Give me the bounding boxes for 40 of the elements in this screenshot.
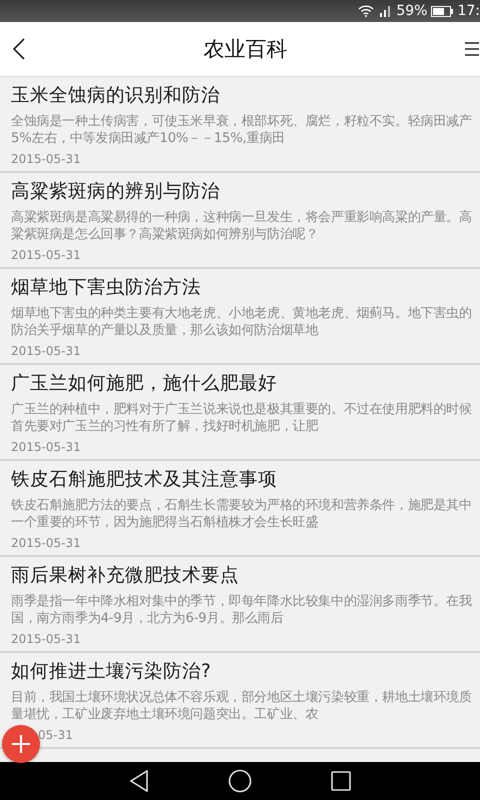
article-title: 如何推进土壤污染防治? [11, 660, 212, 684]
article-date: 2015-05-31 [11, 247, 82, 263]
article-item[interactable]: 烟草地下害虫防治方法 烟草地下害虫的种类主要有大地老虎、小地老虎、黄地老虎、烟蓟马。地下害虫的防治关乎烟草的产量以及质量，那么该如何防治烟草地 2015-05-31 [0, 269, 480, 365]
page-title: 农业百科 [204, 36, 288, 63]
article-date: 2015-05-31 [11, 151, 82, 167]
article-date: 2015-05-31 [11, 631, 82, 647]
battery-icon [431, 6, 454, 16]
article-summary: 目前，我国土壤环境状况总体不容乐观，部分地区土壤污染较重，耕地土壤环境质量堪忧，工矿业废弃地土壤环境问题突出。工矿业、农 [11, 689, 473, 723]
home-icon[interactable] [228, 769, 252, 793]
plus-icon [11, 734, 31, 754]
battery-percent: 59% [396, 3, 428, 19]
article-date: 05-31 [37, 727, 74, 743]
article-summary: 铁皮石斛施肥方法的要点，石斛生长需要较为严格的环境和营养条件，施肥是其中一个重要的环节，因为施肥得当石斛植株才会生长旺盛 [11, 497, 473, 531]
back-icon [12, 37, 26, 61]
clock: 17: [457, 3, 480, 19]
article-item[interactable]: 广玉兰如何施肥，施什么肥最好 广玉兰的种植中，肥料对于广玉兰说来说也是极其重要的。不过在使用肥料的时候首先要对广玉兰的习性有所了解，找好时机施肥，让肥 2015-05-31 [0, 365, 480, 461]
back-icon[interactable] [129, 770, 150, 792]
article-date: 2015-05-31 [11, 535, 82, 551]
article-title: 铁皮石斛施肥技术及其注意事项 [11, 468, 278, 492]
signal-icon [378, 5, 392, 17]
article-summary: 烟草地下害虫的种类主要有大地老虎、小地老虎、黄地老虎、烟蓟马。地下害虫的防治关乎烟草的产量以及质量，那么该如何防治烟草地 [11, 305, 473, 339]
article-item[interactable]: 玉米全蚀病的识别和防治 全蚀病是一种土传病害，可使玉米早衰，根部坏死、腐烂，籽粒不实。轻病田减产5%左右，中等发病田减产10%－－15%,重病田 2015-05-31 [0, 77, 480, 173]
wifi-icon [358, 5, 374, 17]
article-title: 高粱紫斑病的辨别与防治 [11, 180, 221, 204]
article-title: 雨后果树补充微肥技术要点 [11, 564, 240, 588]
article-item[interactable]: 铁皮石斛施肥技术及其注意事项 铁皮石斛施肥方法的要点，石斛生长需要较为严格的环境和营养条件，施肥是其中一个重要的环节，因为施肥得当石斛植株才会生长旺盛 2015-05-31 [0, 461, 480, 557]
menu-icon [465, 41, 479, 57]
article-summary: 广玉兰的种植中，肥料对于广玉兰说来说也是极其重要的。不过在使用肥料的时候首先要对广玉兰的习性有所了解，找好时机施肥，让肥 [11, 401, 473, 435]
article-summary: 全蚀病是一种土传病害，可使玉米早衰，根部坏死、腐烂，籽粒不实。轻病田减产5%左右，中等发病田减产10%－－15%,重病田 [11, 113, 473, 147]
add-button[interactable] [2, 725, 40, 763]
article-summary: 雨季是指一年中降水相对集中的季节，即每年降水比较集中的湿润多雨季节。在我国，南方雨季为4-9月，北方为6-9月。那么雨后 [11, 593, 473, 627]
article-title: 广玉兰如何施肥，施什么肥最好 [11, 372, 278, 396]
article-item[interactable]: 高粱紫斑病的辨别与防治 高粱紫斑病是高粱易得的一种病，这种病一旦发生，将会严重影响高粱的产量。高粱紫斑病是怎么回事？高粱紫斑病如何辨别与防治呢？ 2015-05-31 [0, 173, 480, 269]
article-date: 2015-05-31 [11, 439, 82, 455]
article-summary: 高粱紫斑病是高粱易得的一种病，这种病一旦发生，将会严重影响高粱的产量。高粱紫斑病是怎么回事？高粱紫斑病如何辨别与防治呢？ [11, 209, 473, 243]
recents-icon[interactable] [330, 771, 351, 791]
article-title: 玉米全蚀病的识别和防治 [11, 84, 221, 108]
article-title: 烟草地下害虫防治方法 [11, 276, 202, 300]
article-item[interactable]: 雨后果树补充微肥技术要点 雨季是指一年中降水相对集中的季节，即每年降水比较集中的湿润多雨季节。在我国，南方雨季为4-9月，北方为6-9月。那么雨后 2015-05-31 [0, 557, 480, 653]
article-date: 2015-05-31 [11, 343, 82, 359]
